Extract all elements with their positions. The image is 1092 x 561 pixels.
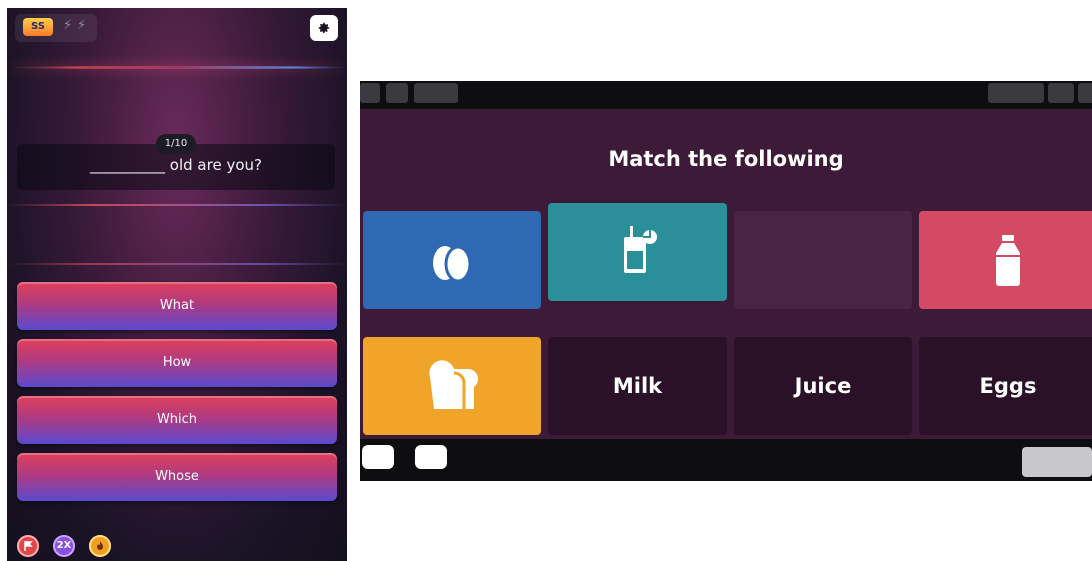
toolbar-button[interactable] [1048, 83, 1074, 103]
bottom-right-control[interactable] [1022, 447, 1092, 477]
eggs-icon [433, 245, 472, 283]
decor-line-mid [7, 204, 347, 206]
match-game-window: Match the following Milk Juice Eggs [360, 81, 1092, 481]
answer-option-4[interactable]: Whose [17, 453, 337, 501]
bread-image-tile[interactable] [363, 337, 541, 435]
eggs-image-tile[interactable] [363, 211, 541, 309]
powerup-red[interactable] [17, 535, 39, 557]
answer-option-3[interactable]: Which [17, 396, 337, 444]
milk-bottle-icon [996, 235, 1020, 286]
question-text: __________ old are you? [90, 156, 262, 174]
decor-line-top [7, 66, 347, 69]
bolt-icon: ⚡ [77, 18, 87, 33]
bread-icon [429, 360, 478, 409]
empty-tile[interactable] [734, 211, 912, 309]
word-tile-juice[interactable]: Juice [734, 337, 912, 435]
powerup-2x[interactable]: 2X [53, 535, 75, 557]
quiz-panel: SS ⚡ ⚡ 1/10 __________ old are you? What… [7, 8, 347, 561]
milk-image-tile[interactable] [919, 211, 1092, 309]
toolbar-button[interactable] [360, 83, 380, 103]
bottom-button-2[interactable] [415, 445, 447, 469]
toolbar-button[interactable] [988, 83, 1044, 103]
toolbar-button[interactable] [386, 83, 408, 103]
word-tile-eggs[interactable]: Eggs [919, 337, 1092, 435]
game-title: Match the following [608, 147, 844, 171]
answer-option-2[interactable]: How [17, 339, 337, 387]
powerup-gold[interactable] [89, 535, 111, 557]
juice-image-tile[interactable] [548, 203, 727, 301]
answer-option-1[interactable]: What [17, 282, 337, 330]
decor-line-bottom [7, 263, 347, 265]
question-progress-badge: 1/10 [156, 134, 196, 154]
flag-icon [24, 541, 33, 551]
game-logo: SS [23, 18, 53, 36]
bolt-icon: ⚡ [63, 18, 73, 33]
word-tile-milk[interactable]: Milk [548, 337, 727, 435]
juice-icon [623, 226, 657, 273]
fire-icon [97, 541, 103, 550]
toolbar-button[interactable] [414, 83, 458, 103]
settings-button[interactable] [310, 15, 338, 41]
toolbar-button[interactable] [1078, 83, 1092, 103]
gear-icon [318, 22, 330, 34]
bottom-button-1[interactable] [362, 445, 394, 469]
